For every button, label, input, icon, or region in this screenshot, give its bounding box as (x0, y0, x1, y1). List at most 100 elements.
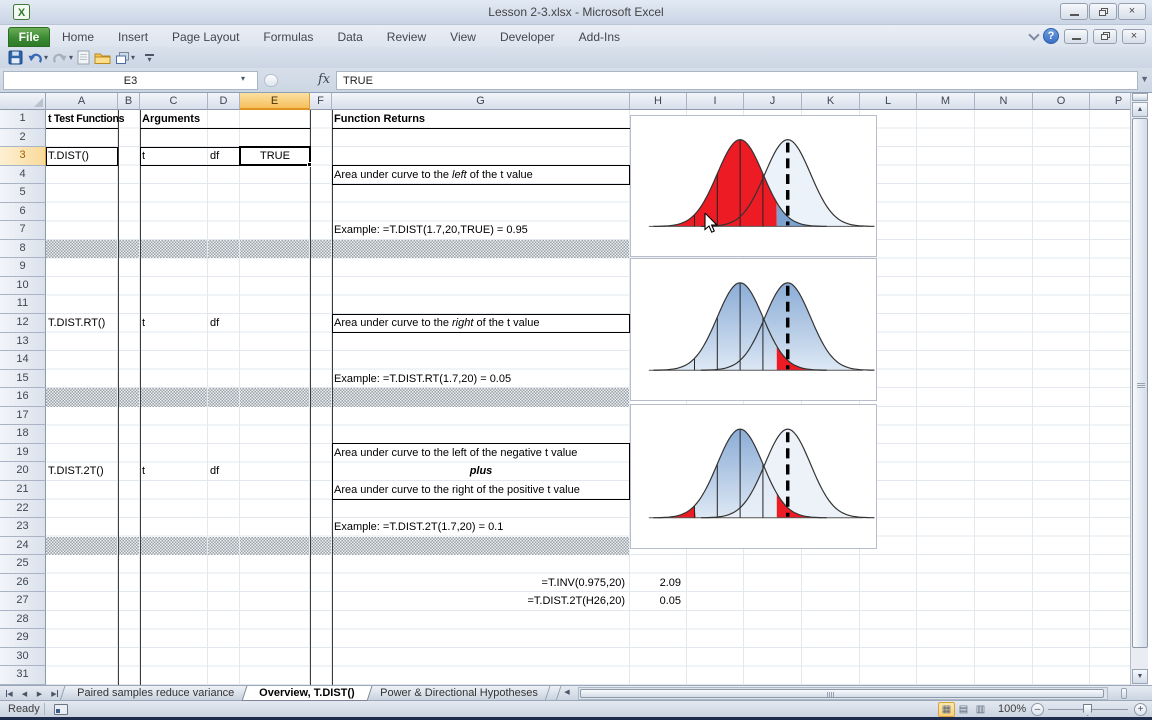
vertical-scroll-thumb[interactable] (1132, 118, 1148, 648)
cell-C1[interactable]: Arguments (140, 110, 250, 129)
first-sheet-icon[interactable]: ◀ (3, 688, 16, 699)
column-header-K[interactable]: K (802, 93, 860, 110)
document-icon[interactable] (77, 49, 90, 67)
cell-C20[interactable]: t (140, 462, 200, 481)
scroll-down-icon[interactable]: ▼ (1132, 669, 1148, 684)
row-header-9[interactable]: 9 (0, 258, 46, 277)
cell-A20[interactable]: T.DIST.2T() (46, 462, 118, 481)
cell-G1[interactable]: Function Returns (332, 110, 630, 129)
row-header-2[interactable]: 2 (0, 129, 46, 148)
row-header-16[interactable]: 16 (0, 388, 46, 407)
tab-page-layout[interactable]: Page Layout (160, 27, 251, 47)
cell-A12[interactable]: T.DIST.RT() (46, 314, 118, 333)
last-sheet-icon[interactable]: ▶ (48, 688, 61, 699)
normal-view-button[interactable]: ▦ (938, 702, 955, 717)
cell-G12[interactable]: Area under curve to the right of the t v… (332, 314, 630, 333)
chart-t-dist-left-area[interactable] (630, 115, 877, 257)
tab-home[interactable]: Home (50, 27, 106, 47)
row-header-30[interactable]: 30 (0, 648, 46, 667)
column-header-E[interactable]: E (240, 93, 310, 110)
previous-sheet-icon[interactable]: ◀ (18, 688, 31, 699)
column-header-P[interactable]: P (1090, 93, 1130, 110)
row-header-6[interactable]: 6 (0, 203, 46, 222)
row-header-10[interactable]: 10 (0, 277, 46, 296)
cell-H27[interactable]: 0.05 (630, 592, 684, 611)
workbook-minimize-button[interactable] (1064, 29, 1088, 44)
column-header-I[interactable]: I (687, 93, 744, 110)
row-header-22[interactable]: 22 (0, 500, 46, 519)
row-header-19[interactable]: 19 (0, 444, 46, 463)
record-macro-icon[interactable] (54, 704, 68, 715)
chart-t-dist-2t-two-tails[interactable] (630, 404, 877, 549)
column-header-O[interactable]: O (1033, 93, 1090, 110)
row-header-13[interactable]: 13 (0, 333, 46, 352)
row-header-29[interactable]: 29 (0, 629, 46, 648)
vertical-split-handle[interactable] (1132, 93, 1148, 101)
row-header-18[interactable]: 18 (0, 425, 46, 444)
customize-qat-icon[interactable]: ▾ (145, 54, 154, 62)
cell-G20[interactable]: plus (332, 462, 630, 481)
cell-G27[interactable]: =T.DIST.2T(H26,20) (332, 592, 628, 611)
tab-add-ins[interactable]: Add-Ins (567, 27, 632, 47)
tab-formulas[interactable]: Formulas (251, 27, 325, 47)
name-box[interactable]: E3 (3, 71, 258, 90)
column-header-G[interactable]: G (332, 93, 630, 110)
column-header-L[interactable]: L (860, 93, 917, 110)
row-header-12[interactable]: 12 (0, 314, 46, 333)
formula-input[interactable]: TRUE (336, 71, 1138, 90)
restore-button[interactable] (1089, 3, 1117, 20)
cell-H26[interactable]: 2.09 (630, 574, 684, 593)
tab-file[interactable]: File (8, 27, 50, 47)
select-all-corner[interactable] (0, 93, 46, 110)
column-header-D[interactable]: D (208, 93, 240, 110)
close-button[interactable]: × (1118, 3, 1146, 20)
cell-G7[interactable]: Example: =T.DIST(1.7,20,TRUE) = 0.95 (332, 221, 630, 240)
row-header-4[interactable]: 4 (0, 166, 46, 185)
row-header-25[interactable]: 25 (0, 555, 46, 574)
row-header-8[interactable]: 8 (0, 240, 46, 259)
folder-icon[interactable] (94, 49, 111, 67)
workbook-close-button[interactable]: × (1122, 29, 1146, 44)
page-layout-view-button[interactable]: ▤ (955, 702, 972, 717)
zoom-level[interactable]: 100% (998, 703, 1026, 715)
horizontal-scroll-thumb[interactable] (580, 689, 1104, 698)
cell-G19[interactable]: Area under curve to the left of the nega… (332, 444, 630, 463)
row-header-15[interactable]: 15 (0, 370, 46, 389)
save-icon[interactable] (8, 49, 23, 67)
column-header-C[interactable]: C (140, 93, 208, 110)
row-header-11[interactable]: 11 (0, 295, 46, 314)
expand-ribbon-icon[interactable] (1028, 29, 1039, 40)
row-header-17[interactable]: 17 (0, 407, 46, 426)
tab-insert[interactable]: Insert (106, 27, 160, 47)
insert-worksheet-tab[interactable] (545, 686, 562, 701)
column-header-H[interactable]: H (630, 93, 687, 110)
undo-icon[interactable]: ▾ (27, 49, 48, 67)
sheet-tab-paired-samples[interactable]: Paired samples reduce variance (60, 686, 252, 701)
cell-G23[interactable]: Example: =T.DIST.2T(1.7,20) = 0.1 (332, 518, 630, 537)
zoom-out-button[interactable]: – (1031, 703, 1044, 716)
cell-C12[interactable]: t (140, 314, 200, 333)
horizontal-split-handle[interactable] (1121, 688, 1127, 699)
cell-D20[interactable]: df (208, 462, 240, 481)
row-header-7[interactable]: 7 (0, 221, 46, 240)
tab-review[interactable]: Review (375, 27, 438, 47)
sheet-tab-power-directional[interactable]: Power & Directional Hypotheses (362, 686, 555, 701)
cell-grid[interactable]: t Test FunctionsArgumentsFunction Return… (46, 110, 1130, 685)
horizontal-scrollbar[interactable] (578, 687, 1108, 700)
row-header-3[interactable]: 3 (0, 147, 46, 166)
cell-G21[interactable]: Area under curve to the right of the pos… (332, 481, 630, 500)
chart-t-dist-rt-right-area[interactable] (630, 258, 877, 401)
zoom-slider-thumb[interactable] (1083, 704, 1092, 716)
name-box-dropdown-icon[interactable]: ▾ (241, 74, 245, 83)
cell-G4[interactable]: Area under curve to the left of the t va… (332, 166, 630, 185)
expand-formula-bar-icon[interactable]: ▼ (1140, 74, 1149, 84)
row-header-28[interactable]: 28 (0, 611, 46, 630)
row-header-26[interactable]: 26 (0, 574, 46, 593)
insert-function-icon[interactable]: fx (318, 72, 330, 87)
next-sheet-icon[interactable]: ▶ (33, 688, 46, 699)
help-button[interactable]: ? (1043, 28, 1059, 44)
column-header-A[interactable]: A (46, 93, 118, 110)
row-header-1[interactable]: 1 (0, 110, 46, 129)
row-header-27[interactable]: 27 (0, 592, 46, 611)
row-header-21[interactable]: 21 (0, 481, 46, 500)
